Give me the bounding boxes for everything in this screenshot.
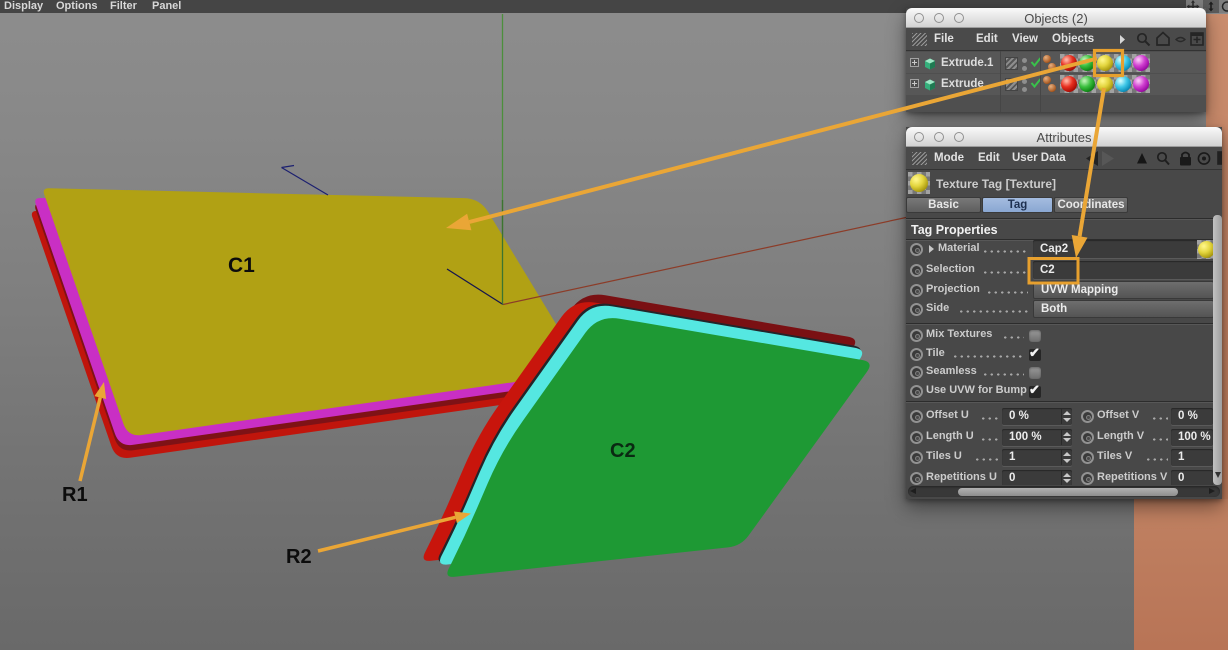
- svg-text:R1: R1: [62, 484, 88, 506]
- svg-text:C1: C1: [228, 254, 255, 277]
- svg-text:C2: C2: [610, 440, 636, 462]
- svg-text:R2: R2: [286, 546, 312, 568]
